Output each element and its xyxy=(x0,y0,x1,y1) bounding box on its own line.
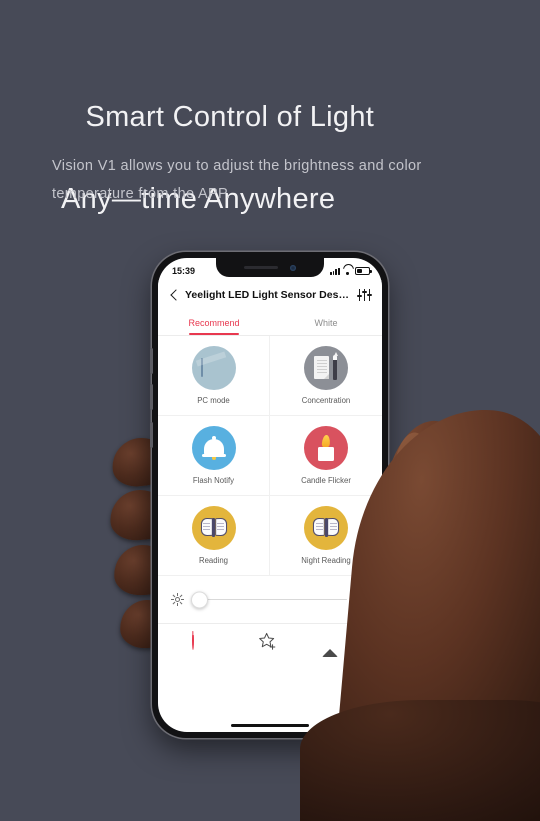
star-plus-icon xyxy=(257,632,283,652)
device-title: Yeelight LED Light Sensor Desk... xyxy=(185,289,354,301)
chevron-left-icon[interactable] xyxy=(167,288,181,302)
open-book-icon xyxy=(304,506,348,550)
scene-grid: PC mode Concentration Flash Notify Candl… xyxy=(158,336,382,576)
scene-label: PC mode xyxy=(197,396,230,405)
scene-reading[interactable]: Reading xyxy=(158,496,270,576)
home-indicator xyxy=(231,723,309,727)
add-favorite-button[interactable] xyxy=(257,632,283,658)
wrist xyxy=(300,700,540,821)
tab-white[interactable]: White xyxy=(270,310,382,335)
open-book-icon xyxy=(191,506,236,550)
scene-label: Concentration xyxy=(301,396,351,405)
scene-label: Candle Flicker xyxy=(301,476,351,485)
tab-recommend[interactable]: Recommend xyxy=(158,310,270,335)
phone-notch xyxy=(216,258,324,277)
sliders-icon[interactable] xyxy=(357,288,372,302)
scene-label: Flash Notify xyxy=(192,476,235,485)
power-button[interactable] xyxy=(191,631,218,658)
scene-label: Reading xyxy=(198,556,229,565)
paper-pen-icon xyxy=(304,346,348,390)
promo-page: Smart Control of Light Any—time Anywhere… xyxy=(0,0,540,821)
candle-icon xyxy=(304,426,348,470)
bell-icon xyxy=(191,426,236,470)
app-nav-bar: Yeelight LED Light Sensor Desk... xyxy=(158,280,382,310)
scene-label: Night Reading xyxy=(301,556,351,565)
signal-bars-icon xyxy=(329,267,340,275)
tab-bar: Recommend White xyxy=(158,310,382,336)
scene-pc-mode[interactable]: PC mode xyxy=(158,336,270,416)
brightness-slider-handle[interactable] xyxy=(191,591,208,608)
front-camera-icon xyxy=(290,264,296,271)
scene-flash-notify[interactable]: Flash Notify xyxy=(158,416,270,496)
earpiece-speaker-icon xyxy=(244,265,278,270)
battery-icon xyxy=(355,267,372,275)
monitor-icon xyxy=(191,346,236,390)
scene-concentration[interactable]: Concentration xyxy=(270,336,382,416)
eject-icon xyxy=(322,632,339,657)
status-icons xyxy=(329,267,372,275)
status-time: 15:39 xyxy=(172,266,196,276)
brightness-sun-icon xyxy=(171,593,184,606)
scene-candle-flicker[interactable]: Candle Flicker xyxy=(270,416,382,496)
wifi-icon xyxy=(343,268,352,275)
brightness-slider[interactable] xyxy=(191,591,347,608)
